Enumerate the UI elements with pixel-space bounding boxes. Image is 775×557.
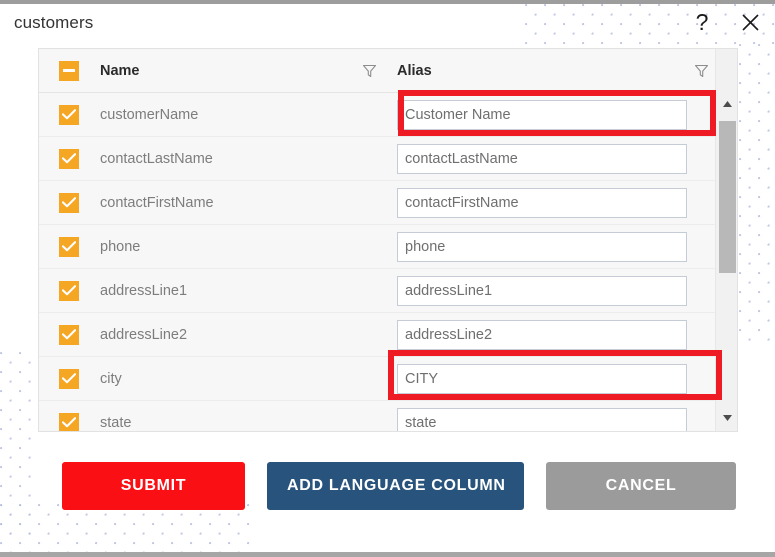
grid-body: customerName contactLastName: [39, 93, 737, 432]
close-icon[interactable]: [737, 8, 763, 36]
grid-header-row: Name Alias: [39, 49, 737, 93]
table-row: state: [39, 401, 737, 432]
row-name-label: contactFirstName: [100, 195, 214, 211]
table-row: contactLastName: [39, 137, 737, 181]
row-alias-cell: [385, 269, 715, 312]
grid-scrollbar[interactable]: [715, 49, 737, 432]
add-language-column-button[interactable]: ADD LANGUAGE COLUMN: [267, 462, 524, 510]
minus-icon: [63, 69, 75, 72]
select-all-checkbox[interactable]: [59, 61, 79, 81]
row-checkbox[interactable]: [59, 237, 79, 257]
row-checkbox[interactable]: [59, 149, 79, 169]
filter-funnel-icon-name[interactable]: [362, 63, 377, 78]
column-header-name[interactable]: Name: [99, 49, 385, 92]
row-checkbox[interactable]: [59, 325, 79, 345]
row-name-label: customerName: [100, 107, 198, 123]
row-alias-cell: [385, 181, 715, 224]
row-name-label: phone: [100, 239, 140, 255]
table-row: customerName: [39, 93, 737, 137]
customers-alias-dialog: customers ? Name: [0, 0, 775, 557]
table-row: contactFirstName: [39, 181, 737, 225]
triangle-down-icon[interactable]: [716, 408, 738, 428]
help-icon[interactable]: ?: [689, 8, 715, 36]
scrollbar-thumb[interactable]: [719, 121, 736, 273]
row-name-cell: city: [99, 357, 385, 400]
row-name-label: contactLastName: [100, 151, 213, 167]
row-name-cell: phone: [99, 225, 385, 268]
submit-button[interactable]: SUBMIT: [62, 462, 245, 510]
table-row: addressLine1: [39, 269, 737, 313]
alias-input-row-4[interactable]: [397, 276, 687, 306]
cancel-button[interactable]: CANCEL: [546, 462, 736, 510]
row-name-cell: contactLastName: [99, 137, 385, 180]
row-check-cell: [39, 325, 99, 345]
row-name-cell: contactFirstName: [99, 181, 385, 224]
column-header-alias-label: Alias: [397, 63, 432, 79]
alias-input-row-2[interactable]: [397, 188, 687, 218]
window-top-bar: [0, 0, 775, 4]
row-checkbox[interactable]: [59, 105, 79, 125]
row-name-cell: addressLine2: [99, 313, 385, 356]
row-name-label: addressLine1: [100, 283, 187, 299]
header-actions: ?: [689, 8, 763, 36]
triangle-up-icon[interactable]: [716, 94, 738, 114]
alias-input-row-1[interactable]: [397, 144, 687, 174]
column-header-alias[interactable]: Alias: [385, 49, 715, 92]
dialog-footer: SUBMIT ADD LANGUAGE COLUMN CANCEL: [0, 462, 775, 510]
column-header-name-label: Name: [100, 63, 140, 79]
table-row: addressLine2: [39, 313, 737, 357]
row-checkbox[interactable]: [59, 281, 79, 301]
dotted-pattern-bottom: [0, 504, 250, 552]
row-check-cell: [39, 149, 99, 169]
row-checkbox[interactable]: [59, 369, 79, 389]
row-alias-cell: [385, 313, 715, 356]
alias-input-row-3[interactable]: [397, 232, 687, 262]
row-name-label: addressLine2: [100, 327, 187, 343]
row-alias-cell: [385, 137, 715, 180]
row-check-cell: [39, 105, 99, 125]
filter-funnel-icon-alias[interactable]: [694, 63, 709, 78]
row-check-cell: [39, 193, 99, 213]
row-check-cell: [39, 413, 99, 433]
row-alias-cell: [385, 401, 715, 432]
row-name-cell: state: [99, 401, 385, 432]
alias-input-row-6[interactable]: [397, 364, 687, 394]
alias-input-row-7[interactable]: [397, 408, 687, 433]
row-name-cell: addressLine1: [99, 269, 385, 312]
page-title: customers: [14, 13, 93, 33]
row-check-cell: [39, 237, 99, 257]
window-bottom-bar: [0, 552, 775, 557]
row-alias-cell: [385, 225, 715, 268]
alias-input-row-5[interactable]: [397, 320, 687, 350]
row-checkbox[interactable]: [59, 413, 79, 433]
dotted-pattern-right: [739, 44, 775, 344]
row-name-label: state: [100, 415, 131, 431]
row-alias-cell: [385, 357, 715, 400]
row-name-label: city: [100, 371, 122, 387]
columns-grid: Name Alias: [38, 48, 738, 432]
select-all-cell: [39, 61, 99, 81]
row-name-cell: customerName: [99, 93, 385, 136]
table-row: city: [39, 357, 737, 401]
alias-input-row-0[interactable]: [397, 100, 687, 130]
row-check-cell: [39, 369, 99, 389]
row-check-cell: [39, 281, 99, 301]
table-row: phone: [39, 225, 737, 269]
row-checkbox[interactable]: [59, 193, 79, 213]
row-alias-cell: [385, 93, 715, 136]
